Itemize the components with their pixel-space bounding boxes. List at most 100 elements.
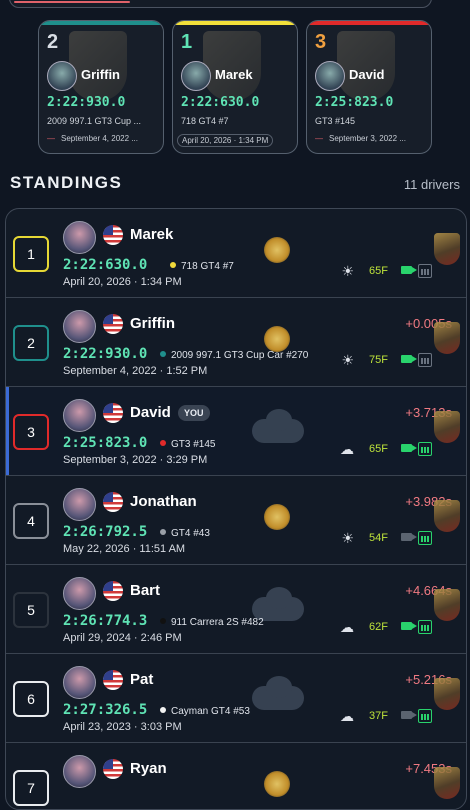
standings-list[interactable]: 1 Marek 2:22:630.0 718 GT4 #7 April 20, … (5, 208, 467, 810)
car-color-dot (160, 351, 166, 357)
car-info: GT4 #43 (160, 528, 210, 539)
car-label: Cayman GT4 #53 (171, 706, 250, 717)
rank-box: 1 (13, 236, 49, 272)
telemetry-chart-icon[interactable] (418, 709, 432, 723)
porsche-crest-icon (434, 678, 460, 710)
podium-rank: 3 (315, 31, 327, 53)
avatar[interactable] (63, 488, 96, 521)
car-info: 911 Carrera 2S #482 (160, 617, 264, 628)
standings-row[interactable]: 4 Jonathan 2:26:792.5 GT4 #43 May 22, 20… (6, 476, 466, 565)
avatar[interactable] (63, 577, 96, 610)
car-label: 2009 997.1 GT3 Cup Car #270 (171, 350, 309, 361)
crest-logo (337, 31, 395, 101)
standings-row[interactable]: 1 Marek 2:22:630.0 718 GT4 #7 April 20, … (6, 209, 466, 298)
session-date: May 22, 2026 · 11:51 AM (63, 543, 186, 555)
rank-box: 3 (13, 414, 49, 450)
lap-time: 2:22:630.0 (63, 257, 148, 273)
avatar (315, 61, 345, 91)
rank-box: 7 (13, 770, 49, 806)
temperature: 62F (369, 621, 388, 633)
us-flag-icon (103, 759, 123, 779)
weather-art (250, 672, 306, 720)
crest-logo (69, 31, 127, 101)
avatar[interactable] (63, 399, 96, 432)
car-label: 718 GT4 #7 (181, 261, 234, 272)
driver-name[interactable]: David (130, 404, 171, 421)
weather-art (250, 761, 306, 809)
video-camera-icon[interactable] (401, 266, 417, 274)
podium-driver-name: Marek (215, 67, 253, 82)
dash-icon: — (47, 134, 55, 143)
sun-icon (264, 237, 290, 263)
us-flag-icon (103, 492, 123, 512)
podium-lap-time: 2:22:630.0 (181, 95, 260, 110)
session-date: April 29, 2024 · 2:46 PM (63, 632, 182, 644)
driver-name[interactable]: Jonathan (130, 493, 197, 510)
porsche-crest-icon (434, 767, 460, 799)
avatar[interactable] (63, 310, 96, 343)
car-color-dot (170, 262, 176, 268)
car-info: 2009 997.1 GT3 Cup Car #270 (160, 350, 308, 361)
cloud-icon (252, 409, 304, 443)
avatar[interactable] (63, 666, 96, 699)
avatar[interactable] (63, 755, 96, 788)
telemetry-chart-icon[interactable] (418, 620, 432, 634)
standings-row[interactable]: 6 Pat 2:27:326.5 Cayman GT4 #53 April 23… (6, 654, 466, 743)
rank-box: 4 (13, 503, 49, 539)
weather-art (250, 405, 306, 453)
rank-number: 4 (27, 513, 35, 529)
us-flag-icon (103, 581, 123, 601)
porsche-crest-icon (434, 233, 460, 265)
lap-time: 2:26:774.3 (63, 613, 148, 629)
telemetry-chart-icon[interactable] (418, 353, 432, 367)
podium-date: — September 4, 2022 ... (47, 134, 138, 143)
rank-number: 2 (27, 335, 35, 351)
podium-card-third[interactable]: 3 David 2:25:823.0 GT3 #145 — September 3… (306, 20, 432, 154)
driver-name[interactable]: Griffin (130, 315, 175, 332)
video-off-icon[interactable] (401, 533, 417, 541)
video-off-icon[interactable] (401, 711, 417, 719)
avatar[interactable] (63, 221, 96, 254)
podium-driver-name: David (349, 67, 385, 82)
standings-row[interactable]: 3 David YOU 2:25:823.0 GT3 #145 Septembe… (6, 387, 466, 476)
driver-name[interactable]: Marek (130, 226, 173, 243)
sun-icon (264, 504, 290, 530)
telemetry-chart-icon[interactable] (418, 442, 432, 456)
podium-car: 2009 997.1 GT3 Cup ... (47, 116, 142, 126)
car-label: GT3 #145 (171, 439, 216, 450)
car-color-dot (160, 707, 166, 713)
podium-rank: 2 (47, 31, 59, 53)
podium-date-text: September 3, 2022 ... (329, 134, 406, 143)
telemetry-chart-icon[interactable] (418, 531, 432, 545)
rank-number: 1 (27, 246, 35, 262)
rank-box: 2 (13, 325, 49, 361)
session-date: September 4, 2022 · 1:52 PM (63, 365, 208, 377)
sun-icon: ☀ (341, 263, 354, 279)
driver-name[interactable]: Ryan (130, 760, 167, 777)
porsche-crest-icon (434, 322, 460, 354)
cloud-icon (252, 676, 304, 710)
telemetry-chart-icon[interactable] (418, 264, 432, 278)
driver-name[interactable]: Pat (130, 671, 153, 688)
podium-date: — September 3, 2022 ... (315, 134, 406, 143)
cloud-icon: ☁ (340, 619, 354, 635)
standings-row[interactable]: 2 Griffin 2:22:930.0 2009 997.1 GT3 Cup … (6, 298, 466, 387)
standings-row[interactable]: 7 Ryan +7.453s (6, 743, 466, 809)
car-label: GT4 #43 (171, 528, 210, 539)
temperature: 65F (369, 265, 388, 277)
avatar (47, 61, 77, 91)
us-flag-icon (103, 314, 123, 334)
video-camera-icon[interactable] (401, 444, 417, 452)
sun-icon (264, 771, 290, 797)
podium-card-first[interactable]: 1 Marek 2:22:630.0 718 GT4 #7 April 20, … (172, 20, 298, 154)
weather-art (250, 227, 306, 275)
video-camera-icon[interactable] (401, 622, 417, 630)
car-label: 911 Carrera 2S #482 (171, 617, 264, 628)
us-flag-icon (103, 225, 123, 245)
driver-name[interactable]: Bart (130, 582, 160, 599)
avatar (181, 61, 211, 91)
standings-row[interactable]: 5 Bart 2:26:774.3 911 Carrera 2S #482 Ap… (6, 565, 466, 654)
podium-card-second[interactable]: 2 Griffin 2:22:930.0 2009 997.1 GT3 Cup … (38, 20, 164, 154)
video-camera-icon[interactable] (401, 355, 417, 363)
car-info: 718 GT4 #7 (170, 261, 234, 272)
